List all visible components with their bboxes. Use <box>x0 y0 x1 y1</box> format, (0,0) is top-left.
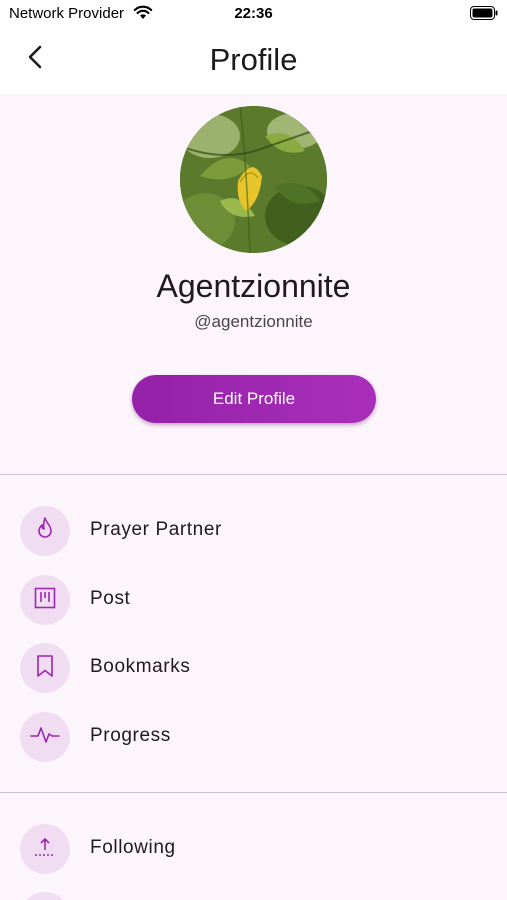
status-time: 22:36 <box>234 5 273 22</box>
icon-circle <box>20 824 70 874</box>
icon-circle <box>20 575 70 625</box>
menu-item-label: Bookmarks <box>90 656 191 677</box>
app-bar: Profile <box>0 28 507 94</box>
menu-item-label: Progress <box>90 725 171 746</box>
flame-icon <box>33 516 57 547</box>
menu-item-prayer-partner[interactable]: Prayer Partner <box>0 500 507 562</box>
status-bar: Network Provider 22:36 <box>0 0 507 28</box>
user-handle: @agentzionnite <box>194 312 313 331</box>
menu-item-label: Post <box>90 588 131 609</box>
icon-circle <box>20 892 70 900</box>
icon-circle <box>20 506 70 556</box>
edit-profile-button[interactable]: Edit Profile <box>132 375 376 423</box>
avatar <box>180 106 327 253</box>
menu-item-bookmarks[interactable]: Bookmarks <box>0 637 507 699</box>
upload-icon <box>33 836 57 863</box>
menu-item-post[interactable]: Post <box>0 569 507 631</box>
menu-item-progress[interactable]: Progress <box>0 706 507 768</box>
post-board-icon <box>33 586 57 615</box>
user-name: Agentzionnite <box>156 268 351 304</box>
menu-item-label: Prayer Partner <box>90 519 222 540</box>
menu-item-label: Following <box>90 837 176 858</box>
battery-icon <box>470 6 498 25</box>
icon-circle <box>20 643 70 693</box>
page-title: Profile <box>209 42 298 77</box>
icon-circle <box>20 712 70 762</box>
activity-icon <box>30 723 60 752</box>
menu-item-following[interactable]: Following <box>0 818 507 880</box>
bookmark-icon <box>35 654 55 683</box>
divider <box>0 792 507 793</box>
menu-item-next[interactable] <box>0 886 507 900</box>
divider <box>0 474 507 475</box>
